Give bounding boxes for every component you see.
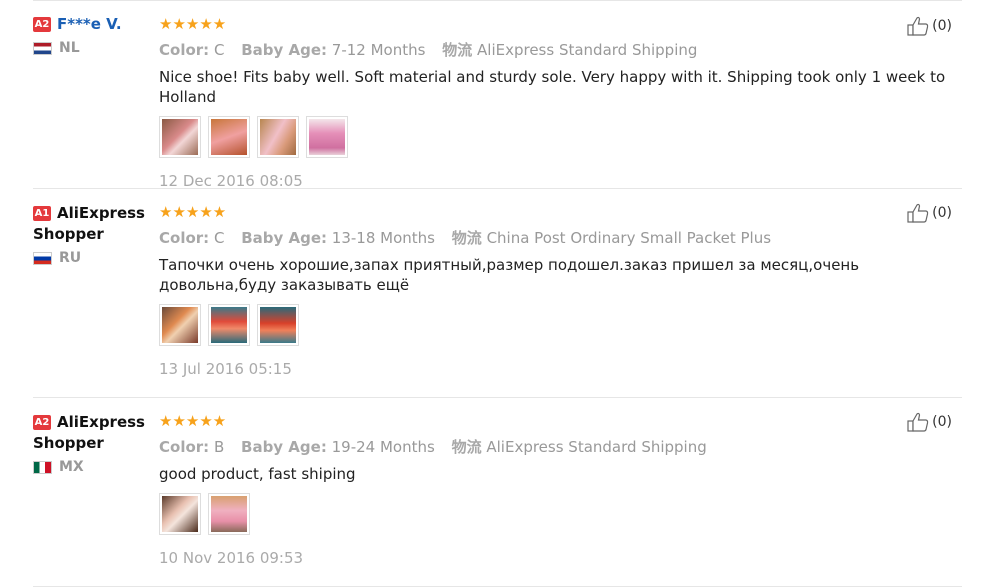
review-body: ★★★★★ Color: C Baby Age: 7-12 Months 物流 …: [159, 15, 959, 191]
color-label: Color:: [159, 438, 210, 456]
review-item: A1 AliExpress Shopper RU ★★★★★ Color: C B…: [33, 189, 962, 398]
review-photo-thumbnail[interactable]: [208, 493, 250, 535]
review-photo-thumbnail[interactable]: [208, 304, 250, 346]
age-value: 13-18 Months: [331, 229, 435, 247]
thumbs-up-icon: [907, 203, 929, 223]
helpful-button[interactable]: (0): [907, 16, 952, 36]
review-photos: [159, 493, 959, 535]
reviewer-name-row[interactable]: A2 F***e V.: [33, 14, 153, 35]
helpful-button[interactable]: (0): [907, 203, 952, 223]
review-text: Тапочки очень хорошие,запах приятный,раз…: [159, 256, 860, 294]
review-photo-thumbnail[interactable]: [159, 304, 201, 346]
reviewer-name[interactable]: F***e V.: [57, 15, 122, 33]
reviewer-name-row: A1 AliExpress Shopper: [33, 203, 153, 245]
review-photo-thumbnail[interactable]: [257, 304, 299, 346]
review-date: 12 Dec 2016 08:05: [159, 172, 303, 190]
review-photo-thumbnail[interactable]: [257, 116, 299, 158]
country-code: RU: [59, 250, 82, 266]
reviewer-name-row: A2 AliExpress Shopper: [33, 412, 153, 454]
country-code: MX: [59, 459, 84, 475]
review-photo-thumbnail[interactable]: [306, 116, 348, 158]
age-value: 19-24 Months: [331, 438, 435, 456]
review-photos: [159, 304, 959, 346]
review-date: 10 Nov 2016 09:53: [159, 549, 304, 567]
review-body: ★★★★★ Color: B Baby Age: 19-24 Months 物流…: [159, 412, 959, 568]
flag-mx-icon: [33, 460, 52, 474]
age-value: 7-12 Months: [331, 41, 426, 59]
shipping-label: 物流: [451, 438, 482, 456]
color-label: Color:: [159, 229, 210, 247]
thumbs-up-icon: [907, 412, 929, 432]
shipping-value: China Post Ordinary Small Packet Plus: [486, 229, 772, 247]
flag-ru-icon: [33, 251, 52, 265]
helpful-count: (0): [932, 414, 952, 430]
reviewer-info: A1 AliExpress Shopper RU: [33, 203, 153, 266]
order-info: Color: C Baby Age: 13-18 Months 物流 China…: [159, 228, 959, 248]
review-photo-thumbnail[interactable]: [159, 493, 201, 535]
review-photo-thumbnail[interactable]: [208, 116, 250, 158]
helpful-count: (0): [932, 18, 952, 34]
level-badge: A2: [33, 415, 51, 430]
review-photos: [159, 116, 959, 158]
helpful-button[interactable]: (0): [907, 412, 952, 432]
thumbs-up-icon: [907, 16, 929, 36]
country-code: NL: [59, 40, 80, 56]
color-value: C: [213, 41, 225, 59]
review-item: A2 AliExpress Shopper MX ★★★★★ Color: B B…: [33, 398, 962, 587]
flag-nl-icon: [33, 41, 52, 55]
star-rating: ★★★★★: [159, 15, 227, 33]
review-text: good product, fast shiping: [159, 465, 356, 483]
shipping-value: AliExpress Standard Shipping: [486, 438, 707, 456]
color-value: B: [213, 438, 225, 456]
reviewer-info: A2 AliExpress Shopper MX: [33, 412, 153, 475]
order-info: Color: B Baby Age: 19-24 Months 物流 AliEx…: [159, 437, 959, 457]
age-label: Baby Age:: [241, 41, 328, 59]
review-text: Nice shoe! Fits baby well. Soft material…: [159, 68, 946, 106]
shipping-value: AliExpress Standard Shipping: [477, 41, 698, 59]
review-photo-thumbnail[interactable]: [159, 116, 201, 158]
age-label: Baby Age:: [241, 229, 328, 247]
star-rating: ★★★★★: [159, 412, 227, 430]
reviewer-country: NL: [33, 40, 153, 56]
level-badge: A1: [33, 206, 51, 221]
order-info: Color: C Baby Age: 7-12 Months 物流 AliExp…: [159, 40, 959, 60]
color-value: C: [213, 229, 225, 247]
review-item: A2 F***e V. NL ★★★★★ Color: C Baby Age: 7…: [33, 0, 962, 191]
star-rating: ★★★★★: [159, 203, 227, 221]
reviewer-country: MX: [33, 459, 153, 475]
shipping-label: 物流: [451, 229, 482, 247]
shipping-label: 物流: [442, 41, 473, 59]
reviewer-country: RU: [33, 250, 153, 266]
color-label: Color:: [159, 41, 210, 59]
level-badge: A2: [33, 17, 51, 32]
helpful-count: (0): [932, 205, 952, 221]
review-date: 13 Jul 2016 05:15: [159, 360, 292, 378]
reviewer-info: A2 F***e V. NL: [33, 14, 153, 56]
age-label: Baby Age:: [241, 438, 327, 456]
review-body: ★★★★★ Color: C Baby Age: 13-18 Months 物流…: [159, 203, 959, 379]
